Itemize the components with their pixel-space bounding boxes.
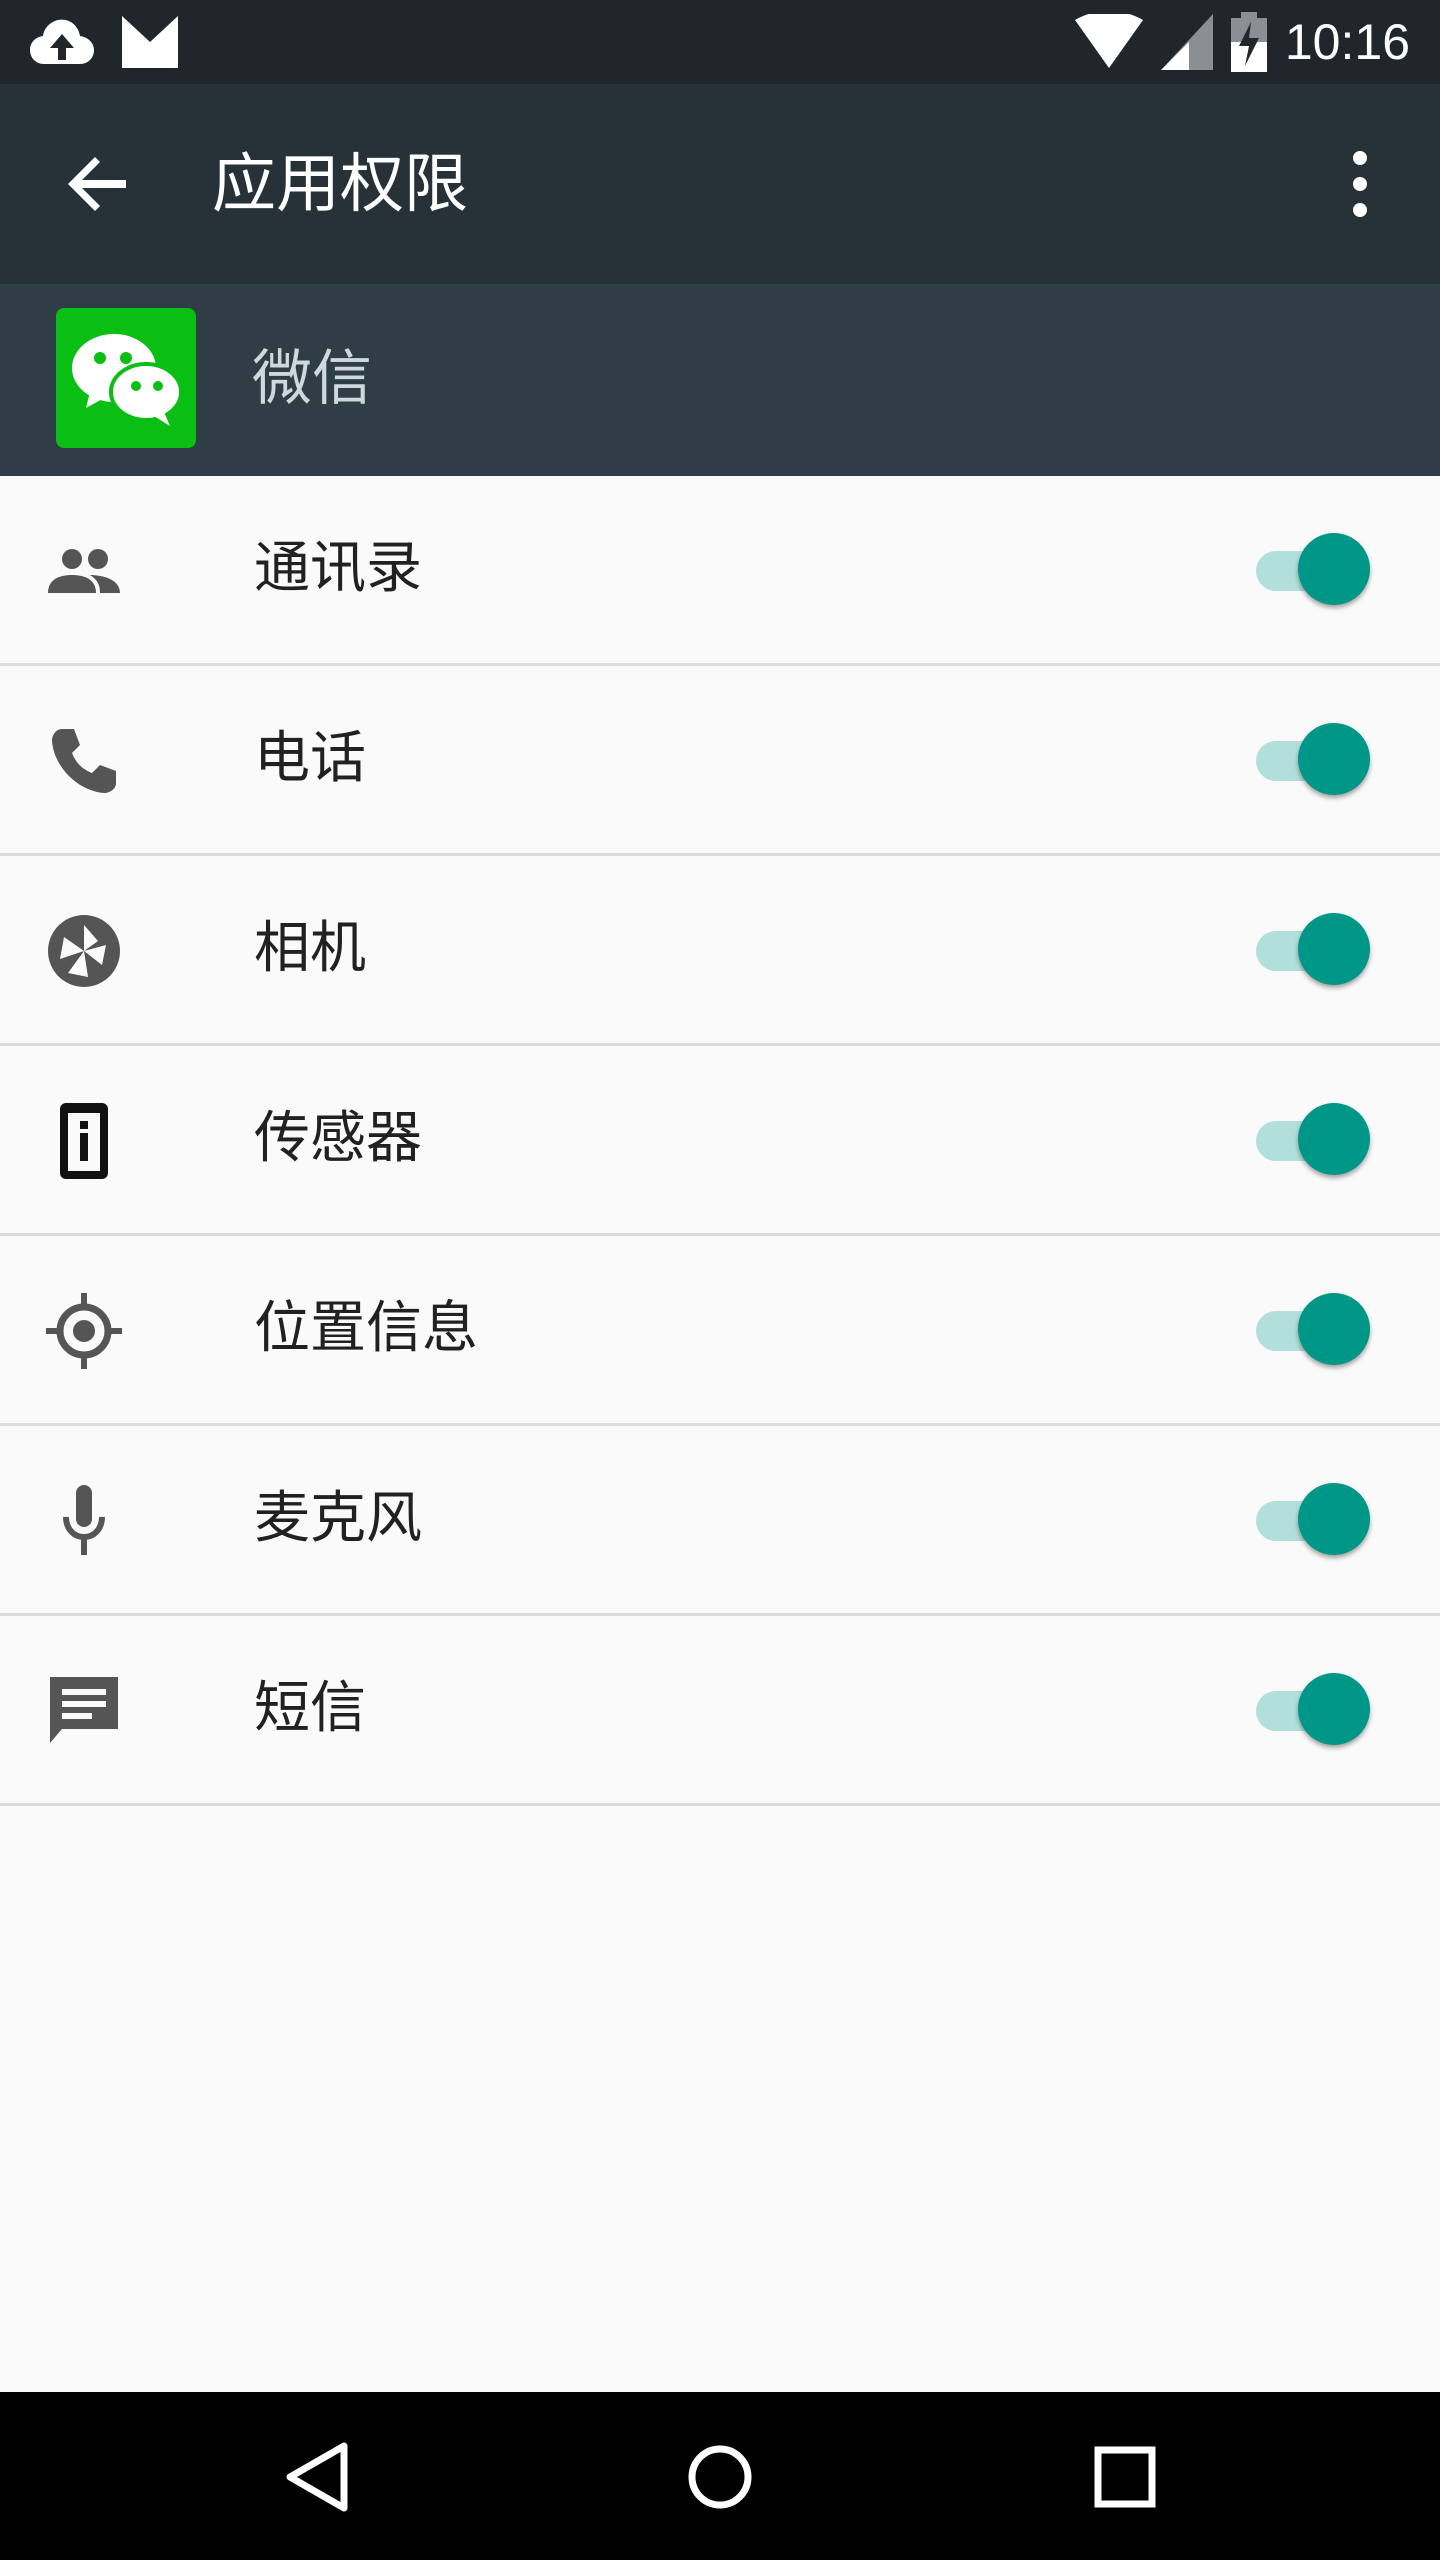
permission-row-phone[interactable]: 电话 [0, 666, 1440, 856]
permission-row-sms[interactable]: 短信 [0, 1616, 1440, 1806]
toggle-switch[interactable] [1250, 1481, 1380, 1561]
permission-label: 通讯录 [254, 536, 422, 601]
permission-label: 位置信息 [254, 1296, 478, 1361]
permission-row-microphone[interactable]: 麦克风 [0, 1426, 1440, 1616]
cloud-upload-icon [30, 19, 94, 64]
permission-row-sensors[interactable]: 传感器 [0, 1046, 1440, 1236]
microphone-icon [63, 1485, 105, 1555]
home-circle-icon[interactable] [675, 2432, 765, 2522]
permission-row-location[interactable]: 位置信息 [0, 1236, 1440, 1426]
navigation-bar [0, 2392, 1440, 2560]
permission-label: 相机 [254, 916, 366, 981]
permission-row-contacts[interactable]: 通讯录 [0, 476, 1440, 666]
status-time: 10:16 [1284, 14, 1410, 70]
wechat-logo [56, 308, 196, 448]
toggle-switch[interactable] [1250, 721, 1380, 801]
toggle-switch[interactable] [1250, 531, 1380, 611]
toggle-switch[interactable] [1250, 1291, 1380, 1371]
toggle-switch[interactable] [1250, 1101, 1380, 1181]
app-name: 微信 [252, 344, 372, 414]
toggle-switch[interactable] [1250, 911, 1380, 991]
recents-square-icon[interactable] [1080, 2432, 1170, 2522]
permission-label: 麦克风 [254, 1486, 422, 1551]
page-title: 应用权限 [212, 148, 468, 222]
phone-icon [52, 729, 116, 793]
more-vert-icon[interactable] [1330, 144, 1390, 224]
battery-charging-icon [1230, 12, 1267, 72]
back-triangle-icon[interactable] [272, 2432, 362, 2522]
cellular-signal-icon [1160, 14, 1213, 70]
permission-row-camera[interactable]: 相机 [0, 856, 1440, 1046]
sensor-icon [60, 1103, 108, 1179]
app-bar: 应用权限 [0, 84, 1440, 284]
wifi-icon [1074, 14, 1143, 68]
camera-icon [48, 915, 120, 987]
permission-label: 短信 [254, 1676, 366, 1741]
permission-list: 通讯录 电话 相机 传感器 位置信息 麦克风 短信 [0, 476, 1440, 1806]
toggle-switch[interactable] [1250, 1671, 1380, 1751]
gmail-icon [122, 16, 178, 68]
app-header: 微信 [0, 284, 1440, 476]
location-icon [46, 1293, 122, 1369]
permission-label: 电话 [254, 726, 366, 791]
arrow-back-icon[interactable] [60, 144, 140, 224]
sms-icon [50, 1677, 118, 1743]
permission-label: 传感器 [254, 1106, 422, 1171]
contacts-icon [48, 549, 120, 593]
status-bar: 10:16 [0, 0, 1440, 84]
